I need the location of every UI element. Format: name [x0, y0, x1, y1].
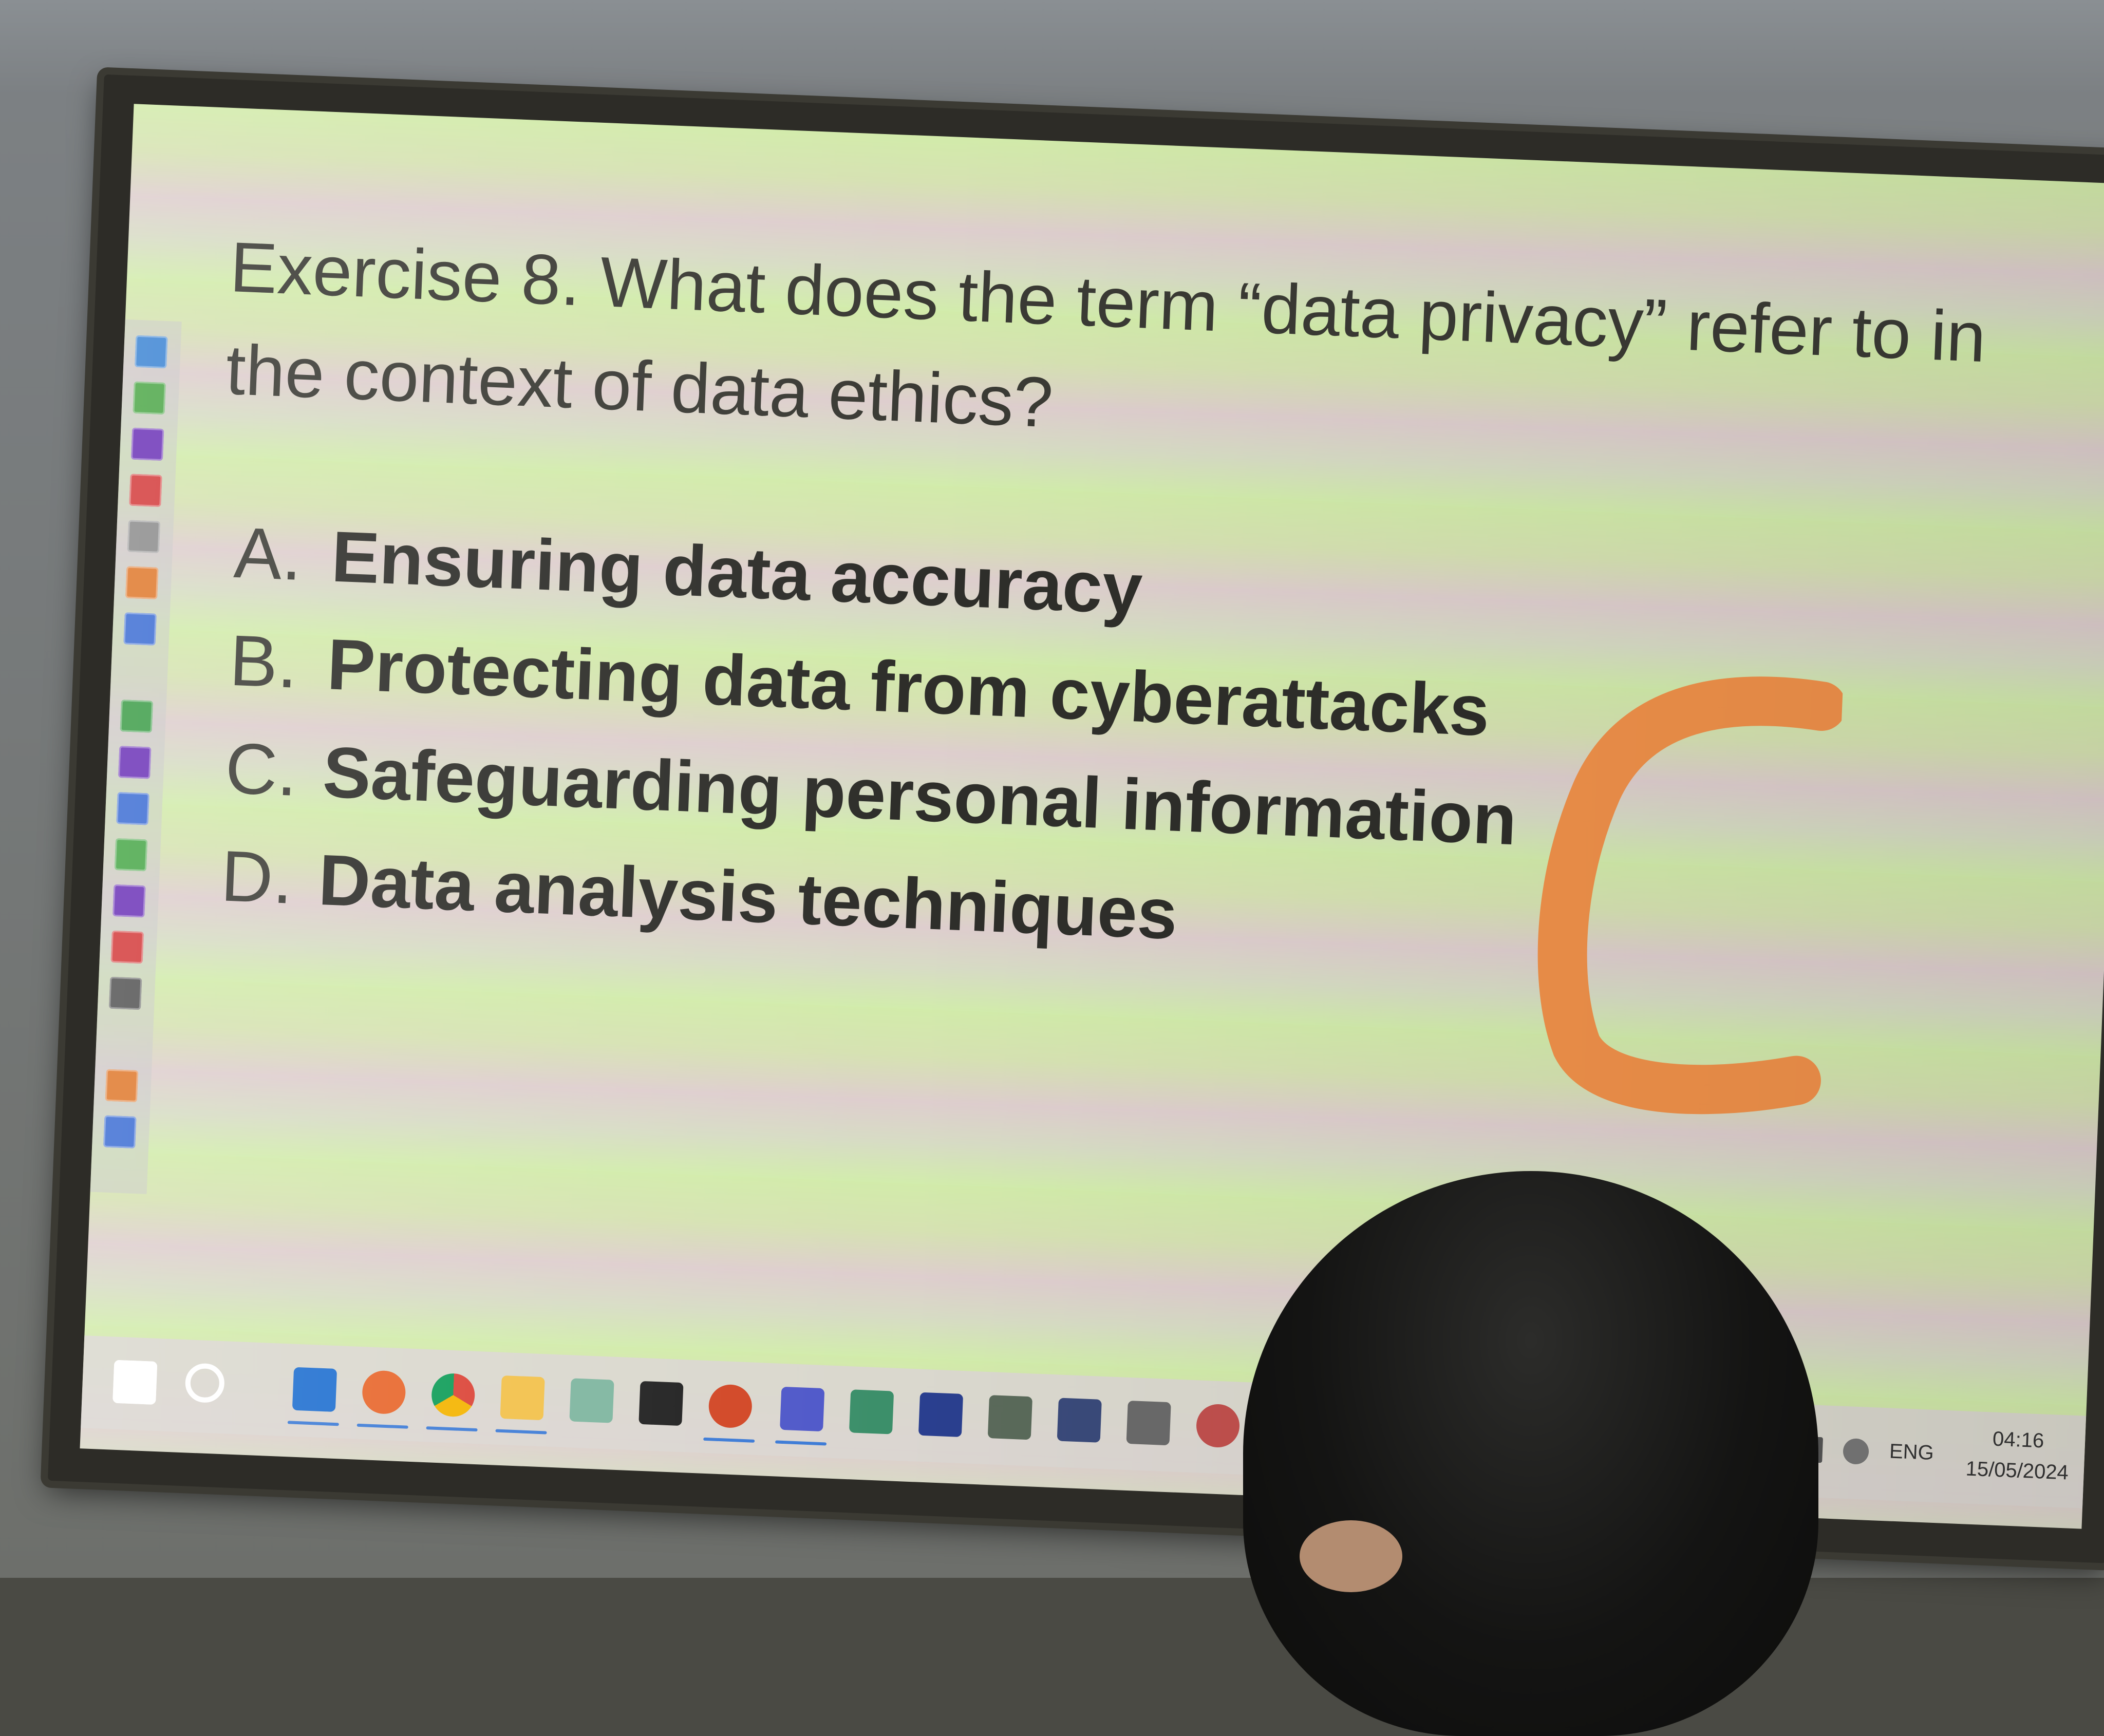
spotlight-tool-icon[interactable] [125, 566, 159, 599]
hand-tool-icon[interactable] [105, 1069, 139, 1103]
keyboard-tool-icon[interactable] [108, 976, 142, 1010]
media-player-icon[interactable] [987, 1395, 1033, 1440]
running-indicator [287, 1421, 339, 1426]
running-indicator [356, 1423, 408, 1429]
option-text: Ensuring data accuracy [330, 516, 1144, 629]
running-indicator [426, 1426, 478, 1432]
running-indicator [703, 1437, 755, 1443]
option-letter: B. [228, 619, 299, 703]
eraser-tool-icon[interactable] [110, 930, 144, 964]
mathtype-icon[interactable] [918, 1392, 964, 1437]
firefox-icon[interactable] [361, 1370, 407, 1415]
chart-app-icon[interactable] [1057, 1398, 1102, 1443]
record-tool-icon[interactable] [129, 474, 162, 507]
notes-icon[interactable] [569, 1378, 614, 1423]
desktop-tool-icon[interactable] [133, 381, 166, 415]
download-tool-icon[interactable] [130, 427, 164, 461]
option-letter: A. [232, 512, 304, 596]
pen-settings-icon[interactable] [1843, 1438, 1870, 1465]
marker-tool-icon[interactable] [112, 884, 146, 918]
file-explorer-icon[interactable] [500, 1375, 545, 1421]
question-text: Exercise 8. What does the term “data pri… [224, 228, 1988, 443]
language-indicator[interactable]: ENG [1889, 1440, 1934, 1465]
network-app-icon[interactable] [1126, 1400, 1171, 1446]
powerpoint-icon[interactable] [708, 1384, 753, 1429]
student-head [1243, 1171, 1818, 1736]
running-indicator [495, 1429, 547, 1435]
next-page-icon[interactable] [116, 792, 149, 825]
running-indicator [775, 1440, 827, 1446]
option-text: Data analysis techniques [317, 839, 1179, 954]
student-ear [1300, 1520, 1402, 1592]
pen-tool-icon[interactable] [114, 838, 148, 872]
clock-time[interactable]: 04:16 [1961, 1426, 2075, 1454]
power-tool-icon[interactable] [120, 700, 154, 733]
search-icon[interactable] [184, 1363, 226, 1404]
previous-page-icon[interactable] [118, 746, 152, 779]
screenshot-tool-icon[interactable] [135, 335, 168, 369]
grid-tool-icon[interactable] [127, 520, 161, 553]
git-icon[interactable] [849, 1389, 894, 1435]
handwritten-answer-c [1537, 676, 1844, 1115]
windows-start-icon[interactable] [112, 1360, 158, 1405]
teams-icon[interactable] [780, 1386, 825, 1432]
recorder-icon[interactable] [1195, 1403, 1241, 1448]
clock-date[interactable]: 15/05/2024 [1955, 1457, 2079, 1485]
projected-screen: Exercise 8. What does the term “data pri… [80, 104, 2104, 1529]
option-letter: C. [223, 727, 299, 811]
terminal-icon[interactable] [638, 1381, 684, 1426]
option-letter: D. [219, 835, 295, 919]
camera-tool-icon[interactable] [103, 1115, 137, 1148]
outlook-icon[interactable] [292, 1367, 337, 1412]
close-window-tool-icon[interactable] [123, 612, 157, 646]
chrome-icon[interactable] [430, 1372, 476, 1418]
